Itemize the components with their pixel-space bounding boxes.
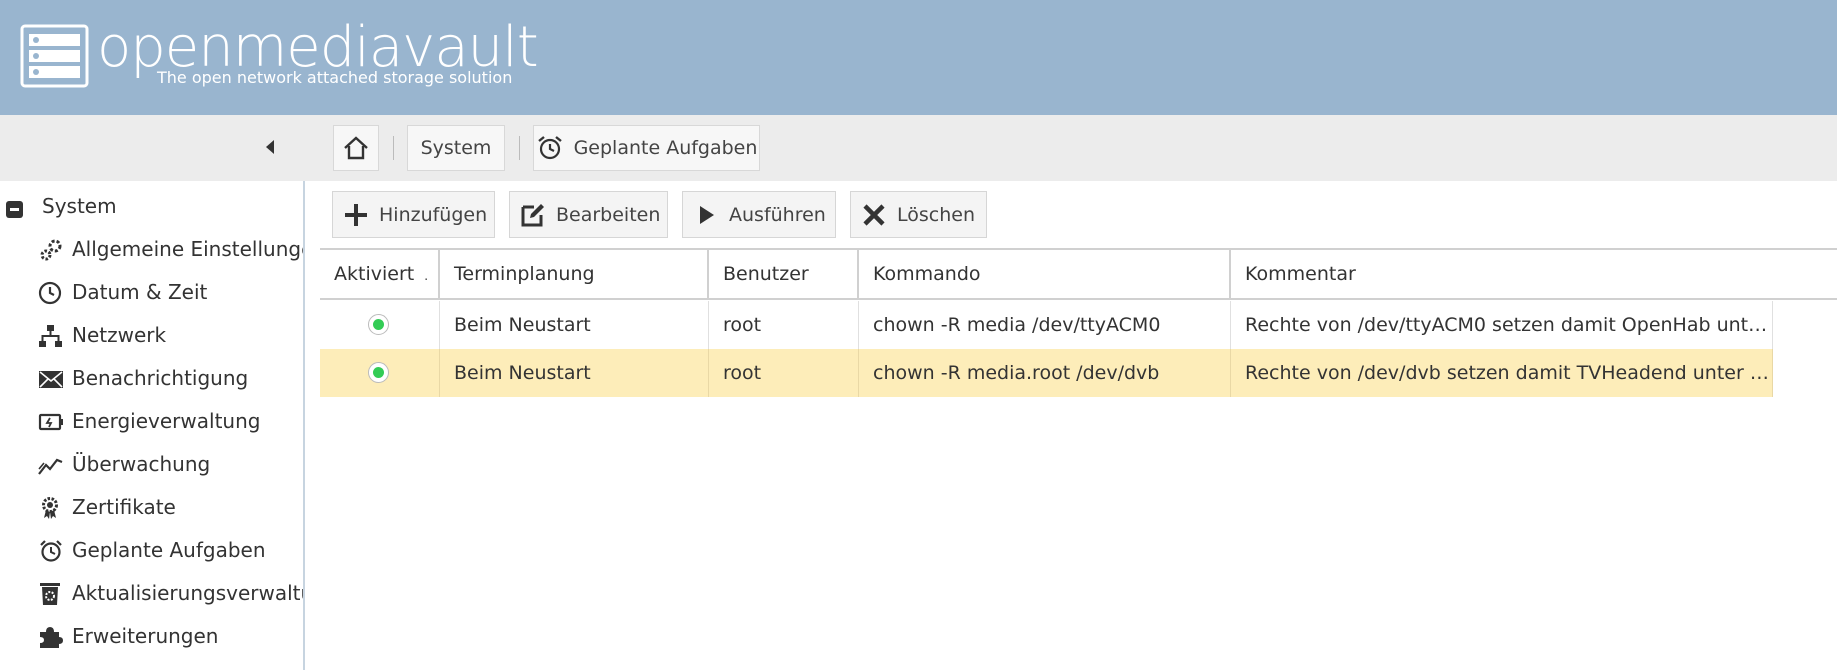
cell-schedule: Beim Neustart <box>440 349 709 397</box>
sidebar-group-label: System <box>42 194 117 218</box>
add-button-label: Hinzufügen <box>379 203 488 226</box>
column-header-schedule[interactable]: Terminplanung <box>440 250 709 298</box>
column-header-label: Benutzer <box>723 263 809 285</box>
sidebar-item-power-management[interactable]: Energieverwaltung <box>0 404 303 440</box>
column-header-label: Kommentar <box>1245 263 1356 285</box>
sidebar-item-extensions[interactable]: Erweiterungen <box>0 619 303 655</box>
minus-square-icon[interactable] <box>6 201 23 218</box>
sidebar-item-network[interactable]: Netzwerk <box>0 318 303 354</box>
network-icon <box>39 325 62 347</box>
enabled-status-icon <box>368 314 389 335</box>
sidebar-item-label: Benachrichtigung <box>72 366 249 390</box>
cell-command: chown -R media.root /dev/dvb <box>859 349 1231 397</box>
sidebar: System Allgemeine Einstellungen Datum & … <box>0 181 305 670</box>
sidebar-item-certificates[interactable]: Zertifikate <box>0 490 303 526</box>
delete-button-label: Löschen <box>897 203 975 226</box>
sidebar-item-label: Energieverwaltung <box>72 409 261 433</box>
sort-indicator-icon: . <box>424 269 429 283</box>
certificate-icon <box>42 497 58 519</box>
edit-icon <box>521 203 544 226</box>
breadcrumb-separator <box>393 136 394 160</box>
logo-icon <box>20 24 89 88</box>
sidebar-item-notification[interactable]: Benachrichtigung <box>0 361 303 397</box>
scheduled-tasks-grid: Aktiviert . Terminplanung Benutzer Komma… <box>320 248 1837 670</box>
sidebar-item-date-time[interactable]: Datum & Zeit <box>0 275 303 311</box>
sidebar-item-general-settings[interactable]: Allgemeine Einstellungen <box>0 232 303 268</box>
cell-comment: Rechte von /dev/dvb setzen damit TVHeade… <box>1231 349 1773 397</box>
breadcrumb-separator <box>519 136 520 160</box>
edit-button-label: Bearbeiten <box>556 203 661 226</box>
alarm-clock-icon <box>40 540 62 562</box>
grid-header: Aktiviert . Terminplanung Benutzer Komma… <box>320 250 1837 300</box>
column-header-enabled[interactable]: Aktiviert . <box>320 250 440 298</box>
delete-button[interactable]: Löschen <box>850 191 987 238</box>
column-header-label: Kommando <box>873 263 981 285</box>
cell-enabled <box>320 349 440 397</box>
column-header-label: Aktiviert <box>334 263 415 285</box>
cell-schedule: Beim Neustart <box>440 301 709 349</box>
breadcrumb-system[interactable]: System <box>407 125 505 171</box>
cell-command: chown -R media /dev/ttyACM0 <box>859 301 1231 349</box>
clock-icon <box>38 281 62 305</box>
sidebar-item-monitoring[interactable]: Überwachung <box>0 447 303 483</box>
sidebar-item-label: Datum & Zeit <box>72 280 208 304</box>
column-header-label: Terminplanung <box>454 263 595 285</box>
sidebar-item-label: Erweiterungen <box>72 624 219 648</box>
sidebar-item-label: Geplante Aufgaben <box>72 538 266 562</box>
breadcrumb-scheduled-tasks-label: Geplante Aufgaben <box>573 137 758 159</box>
column-header-comment[interactable]: Kommentar <box>1231 250 1837 298</box>
home-icon <box>344 136 368 160</box>
sidebar-item-label: Netzwerk <box>72 323 167 347</box>
table-row[interactable]: Beim Neustart root chown -R media /dev/t… <box>320 301 1773 349</box>
column-header-user[interactable]: Benutzer <box>709 250 859 298</box>
breadcrumb-home[interactable] <box>333 125 379 171</box>
sidebar-item-label: Aktualisierungsverwaltung <box>72 581 303 605</box>
edit-button[interactable]: Bearbeiten <box>509 191 668 238</box>
envelope-icon <box>39 371 63 388</box>
line-chart-icon <box>38 458 63 475</box>
breadcrumb-system-label: System <box>420 137 492 159</box>
update-box-icon <box>40 583 60 605</box>
run-button-label: Ausführen <box>729 203 826 226</box>
sidebar-item-label: Allgemeine Einstellungen <box>72 237 305 261</box>
cell-comment: Rechte von /dev/ttyACM0 setzen damit Ope… <box>1231 301 1773 349</box>
collapse-sidebar-icon[interactable] <box>260 135 280 159</box>
sidebar-item-partial[interactable] <box>0 662 303 670</box>
cell-user: root <box>709 301 859 349</box>
cell-user: root <box>709 349 859 397</box>
table-row-selected[interactable]: Beim Neustart root chown -R media.root /… <box>320 349 1773 397</box>
battery-icon <box>38 413 63 431</box>
app-header: openmediavault The open network attached… <box>0 0 1837 115</box>
alarm-clock-icon <box>537 136 562 160</box>
enabled-status-icon <box>368 362 389 383</box>
run-button[interactable]: Ausführen <box>682 191 836 238</box>
play-icon <box>700 205 714 224</box>
puzzle-icon <box>40 627 63 648</box>
logo-tagline: The open network attached storage soluti… <box>157 68 513 87</box>
plus-icon <box>345 203 367 226</box>
sidebar-item-label: Überwachung <box>72 452 211 476</box>
gears-icon <box>40 239 62 261</box>
sidebar-item-label: Zertifikate <box>72 495 176 519</box>
cell-enabled <box>320 301 440 349</box>
add-button[interactable]: Hinzufügen <box>332 191 495 238</box>
delete-x-icon <box>863 203 885 226</box>
breadcrumb-scheduled-tasks[interactable]: Geplante Aufgaben <box>533 125 760 171</box>
sidebar-item-update-management[interactable]: Aktualisierungsverwaltung <box>0 576 303 612</box>
column-header-command[interactable]: Kommando <box>859 250 1231 298</box>
sidebar-group-system[interactable]: System <box>0 189 300 225</box>
sidebar-item-scheduled-tasks[interactable]: Geplante Aufgaben <box>0 533 303 569</box>
